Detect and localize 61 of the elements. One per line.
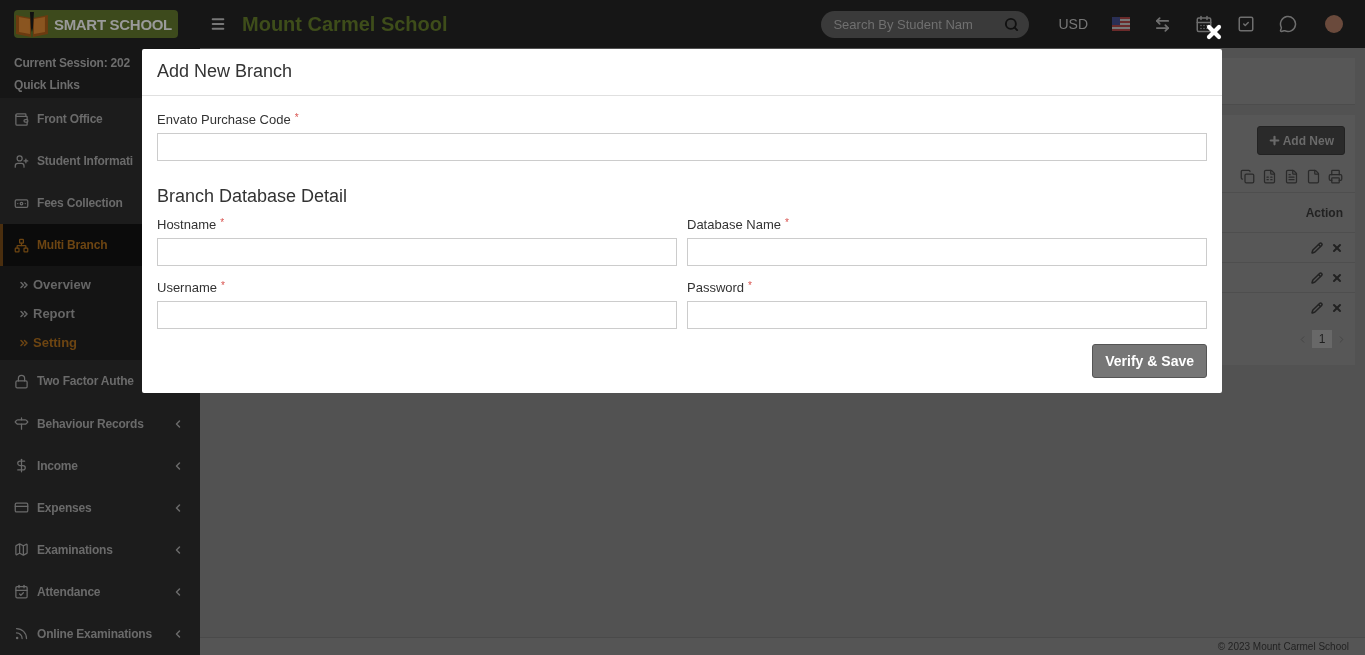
calendar-icon	[14, 584, 29, 600]
menu-button[interactable]	[210, 16, 226, 32]
card-icon	[14, 500, 29, 516]
delete-icon[interactable]	[1331, 301, 1343, 314]
checkbox-icon[interactable]	[1237, 15, 1255, 33]
swap-arrows-icon[interactable]	[1154, 15, 1171, 33]
copy-icon[interactable]	[1240, 169, 1255, 184]
document-icon[interactable]	[1284, 169, 1299, 184]
sidebar-item[interactable]: Attendance	[0, 570, 200, 613]
submenu-item[interactable]: Setting	[0, 328, 200, 358]
pencil-icon[interactable]	[1311, 301, 1323, 314]
close-button[interactable]	[1204, 22, 1224, 42]
session-label: Current Session: 202	[14, 56, 131, 70]
delete-icon[interactable]	[1331, 271, 1343, 284]
quick-links-label[interactable]: Quick Links	[14, 78, 80, 92]
page-button[interactable]: 1	[1312, 330, 1332, 348]
logo[interactable]: SMART SCHOOL	[14, 10, 178, 38]
file-icon[interactable]	[1306, 169, 1321, 184]
sidebar-item[interactable]: Expenses	[0, 486, 200, 529]
sidebar-item[interactable]: Behaviour Records	[0, 402, 200, 445]
field-label: Database Name *	[687, 217, 790, 232]
currency-label[interactable]: USD	[1058, 16, 1088, 32]
chat-bubble-icon[interactable]	[1279, 15, 1297, 33]
pencil-icon[interactable]	[1311, 271, 1323, 284]
sidebar-item[interactable]: Examinations	[0, 528, 200, 571]
delete-icon[interactable]	[1331, 241, 1343, 254]
calendar-icon[interactable]	[1195, 15, 1213, 33]
book-logo-icon	[14, 10, 50, 38]
field-label: Envato Purchase Code *	[157, 112, 300, 127]
submenu-item[interactable]: Report	[0, 299, 200, 329]
sidebar-item[interactable]: Online Examinations	[0, 612, 200, 655]
flag-icon[interactable]	[1112, 17, 1130, 31]
sidebar-item[interactable]: Student Informati	[0, 140, 200, 183]
field-label: Username *	[157, 280, 226, 295]
lock-icon	[14, 373, 29, 389]
plus-icon	[1267, 134, 1281, 147]
spreadsheet-icon[interactable]	[1262, 169, 1277, 184]
input-field[interactable]	[157, 301, 677, 329]
logo-text: SMART SCHOOL	[53, 15, 172, 33]
dialog-title: Add New Branch	[157, 61, 293, 81]
input-field[interactable]	[687, 238, 1207, 266]
search-icon[interactable]	[1004, 16, 1020, 32]
dollar-icon	[14, 458, 29, 474]
print-icon[interactable]	[1328, 169, 1343, 184]
verify-save-button[interactable]: Verify & Save	[1092, 344, 1207, 378]
user-plus-icon	[14, 153, 29, 169]
sidebar-item[interactable]: Income	[0, 444, 200, 487]
avatar[interactable]	[1325, 15, 1343, 33]
input-field[interactable]	[687, 301, 1207, 329]
pencil-icon[interactable]	[1311, 241, 1323, 254]
signpost-icon	[14, 416, 29, 431]
wallet-icon	[14, 111, 29, 127]
add-new-button[interactable]: Add New	[1256, 126, 1345, 155]
feed-icon	[14, 626, 29, 642]
section-title: Branch Database Detail	[157, 186, 349, 207]
sidebar-item[interactable]: Two Factor Authe	[0, 360, 200, 403]
field-label: Password *	[687, 280, 753, 295]
hierarchy-icon	[14, 237, 29, 253]
map-icon	[14, 542, 29, 558]
input-field[interactable]	[157, 238, 677, 266]
purchase-code-field[interactable]	[157, 133, 1207, 161]
